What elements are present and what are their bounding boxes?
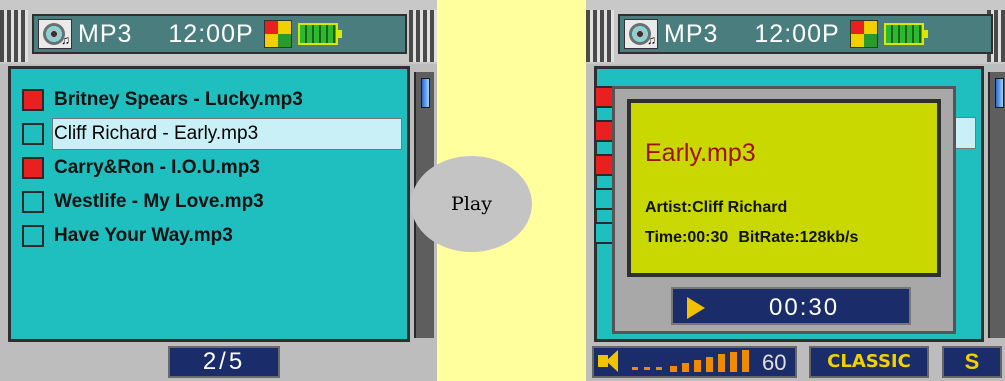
volume-level-bar xyxy=(730,352,737,372)
track-checkbox[interactable] xyxy=(22,89,44,111)
track-checkbox[interactable] xyxy=(22,191,44,213)
volume-control[interactable]: 60 xyxy=(592,346,797,378)
clock: 12:00P xyxy=(754,19,840,48)
volume-level-bar xyxy=(706,357,713,372)
now-playing-popup: Early.mp3 Artist:Cliff Richard Time:00:3… xyxy=(612,86,956,334)
song-artist: Artist:Cliff Richard xyxy=(645,199,788,216)
bottom-bar: 60 CLASSIC S xyxy=(586,342,1005,381)
volume-level-dash xyxy=(632,367,638,370)
cd-music-icon: ♫ xyxy=(624,19,658,49)
scrollbar-thumb[interactable] xyxy=(421,78,430,108)
app-title: MP3 xyxy=(78,19,133,48)
shuffle-mode-icon[interactable]: S xyxy=(942,346,1002,378)
song-title: Early.mp3 xyxy=(645,139,756,167)
track-checkbox[interactable] xyxy=(22,123,44,145)
eq-mode-button[interactable]: CLASSIC xyxy=(809,346,929,378)
grip-left-icon xyxy=(0,10,28,62)
song-bitrate: BitRate:128kb/s xyxy=(738,229,859,246)
track-checkbox[interactable] xyxy=(22,157,44,179)
player-device-now-playing-view: ♫ MP3 12:00P Early.mp3 Artist:Cliff Rich… xyxy=(586,0,1005,381)
title-bar: ♫ MP3 12:00P xyxy=(618,14,993,54)
scrollbar-thumb[interactable] xyxy=(995,78,1004,108)
bottom-bar: 2/5 xyxy=(0,342,437,381)
volume-level-bar xyxy=(682,363,689,372)
quad-color-icon xyxy=(849,20,878,48)
track-row[interactable]: Carry&Ron - I.O.U.mp3 xyxy=(22,151,402,185)
quad-color-icon xyxy=(263,20,292,48)
track-checkbox[interactable] xyxy=(22,225,44,247)
track-row[interactable]: Westlife - My Love.mp3 xyxy=(22,185,402,219)
grip-left-icon xyxy=(586,10,614,62)
elapsed-time: 00:30 xyxy=(769,294,840,321)
volume-level-dash xyxy=(656,367,662,370)
track-name: Have Your Way.mp3 xyxy=(54,225,233,246)
scrollbar[interactable] xyxy=(988,72,1005,338)
grip-right-icon xyxy=(409,10,437,62)
song-info-panel: Early.mp3 Artist:Cliff Richard Time:00:3… xyxy=(627,99,941,277)
play-icon xyxy=(687,297,705,319)
track-row-selected[interactable]: Cliff Richard - Early.mp3 xyxy=(22,117,402,151)
elapsed-time-display: 00:30 xyxy=(671,287,911,325)
volume-value: 60 xyxy=(762,350,787,375)
track-row[interactable]: Britney Spears - Lucky.mp3 xyxy=(22,83,402,117)
track-name: Carry&Ron - I.O.U.mp3 xyxy=(54,157,260,178)
track-row[interactable]: Have Your Way.mp3 xyxy=(22,219,402,253)
top-bar: ♫ MP3 12:00P xyxy=(0,0,437,64)
player-device-list-view: ♫ MP3 12:00P Britney Spears - Lucky.mp3 … xyxy=(0,0,437,381)
track-name: Britney Spears - Lucky.mp3 xyxy=(54,89,303,110)
app-title: MP3 xyxy=(664,19,719,48)
title-bar: ♫ MP3 12:00P xyxy=(32,14,407,54)
play-button[interactable]: Play xyxy=(411,156,532,252)
top-bar: ♫ MP3 12:00P xyxy=(586,0,1005,64)
page-indicator: 2/5 xyxy=(168,346,280,378)
track-name: Cliff Richard - Early.mp3 xyxy=(54,123,259,144)
volume-level-bar xyxy=(718,354,725,372)
song-time: Time:00:30 xyxy=(645,229,729,246)
play-button-label: Play xyxy=(451,193,492,215)
volume-level-bar xyxy=(742,350,749,372)
track-list: Britney Spears - Lucky.mp3 Cliff Richard… xyxy=(22,83,402,253)
battery-icon xyxy=(297,23,342,45)
battery-icon xyxy=(883,23,928,45)
clock: 12:00P xyxy=(168,19,254,48)
cd-music-icon: ♫ xyxy=(38,19,72,49)
volume-level-bar xyxy=(694,360,701,372)
song-meta: Time:00:30 BitRate:128kb/s xyxy=(645,229,868,247)
track-name: Westlife - My Love.mp3 xyxy=(54,191,264,212)
volume-level-dash xyxy=(644,367,650,370)
speaker-icon xyxy=(598,350,618,372)
volume-level-bar xyxy=(670,366,677,372)
